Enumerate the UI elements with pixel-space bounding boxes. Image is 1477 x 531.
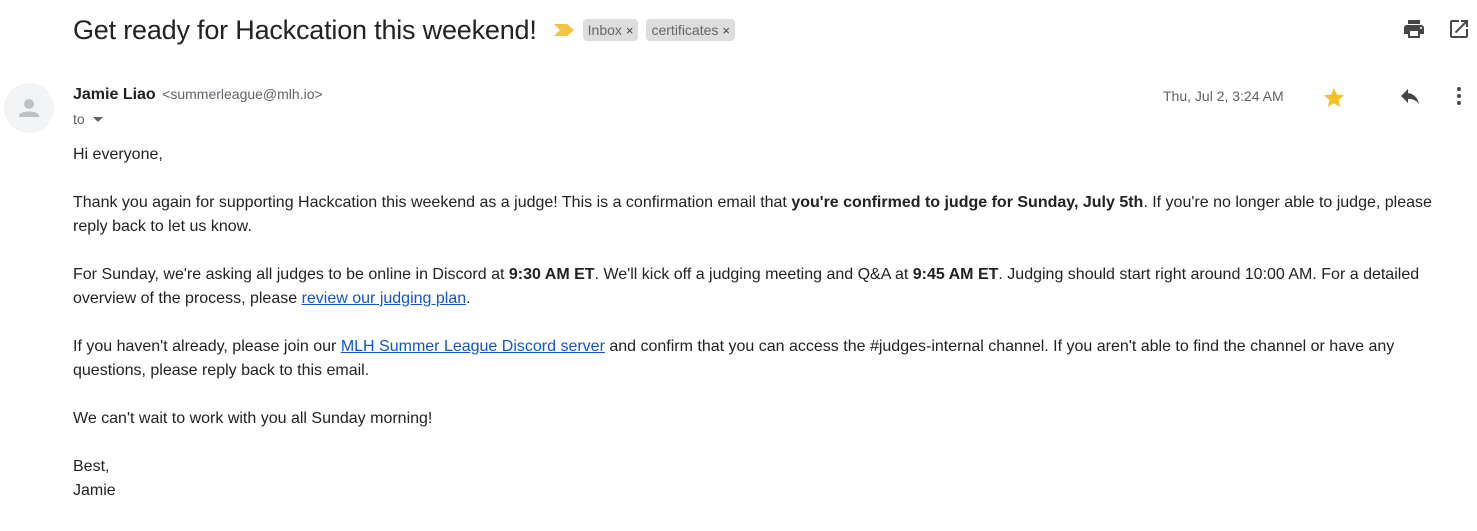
sender-line: Jamie Liao <summerleague@mlh.io> (73, 86, 323, 104)
judging-plan-link[interactable]: review our judging plan (302, 290, 467, 307)
signature: Jamie (73, 482, 116, 499)
text-run: If you haven't already, please join our (73, 338, 341, 355)
text-run: Thank you again for supporting Hackcatio… (73, 194, 792, 211)
text-run: For Sunday, we're asking all judges to b… (73, 266, 509, 283)
more-options-icon[interactable] (1447, 84, 1471, 108)
confirmation-paragraph: Thank you again for supporting Hackcatio… (73, 191, 1468, 239)
email-subject: Get ready for Hackcation this weekend! (73, 14, 537, 45)
label-text: certificates (651, 22, 719, 38)
subject-row: Get ready for Hackcation this weekend! I… (73, 12, 735, 48)
label-text: Inbox (587, 22, 622, 38)
text-run: . We'll kick off a judging meeting and Q… (594, 266, 913, 283)
sender-name[interactable]: Jamie Liao (73, 86, 156, 103)
person-icon (19, 99, 39, 117)
show-details-caret-icon[interactable] (92, 116, 103, 122)
text-run: . (466, 290, 471, 307)
discord-server-link[interactable]: MLH Summer League Discord server (341, 338, 605, 355)
remove-label-icon[interactable]: × (722, 23, 730, 38)
schedule-paragraph: For Sunday, we're asking all judges to b… (73, 263, 1468, 311)
email-date: Thu, Jul 2, 3:24 AM (1163, 88, 1284, 104)
remove-label-icon[interactable]: × (626, 23, 634, 38)
closing-paragraph: We can't wait to work with you all Sunda… (73, 410, 433, 427)
sender-email: <summerleague@mlh.io> (162, 86, 323, 102)
email-body: Hi everyone, Thank you again for support… (73, 143, 1468, 503)
open-in-new-window-icon[interactable] (1447, 17, 1471, 41)
star-icon[interactable] (1322, 86, 1346, 110)
discord-paragraph: If you haven't already, please join our … (73, 335, 1468, 383)
avatar[interactable] (4, 83, 54, 133)
bold-text: you're confirmed to judge for Sunday, Ju… (791, 194, 1144, 211)
reply-icon[interactable] (1398, 84, 1422, 108)
to-label: to (73, 111, 85, 127)
recipients-line: to (73, 111, 103, 127)
bold-text: 9:30 AM ET (508, 266, 595, 283)
label-chip-certificates[interactable]: certificates × (646, 19, 735, 41)
bold-text: 9:45 AM ET (912, 266, 999, 283)
importance-marker-icon[interactable] (553, 23, 575, 37)
signoff: Best, (73, 458, 110, 475)
print-icon[interactable] (1402, 17, 1426, 41)
greeting-paragraph: Hi everyone, (73, 146, 163, 163)
label-chip-inbox[interactable]: Inbox × (582, 19, 639, 41)
